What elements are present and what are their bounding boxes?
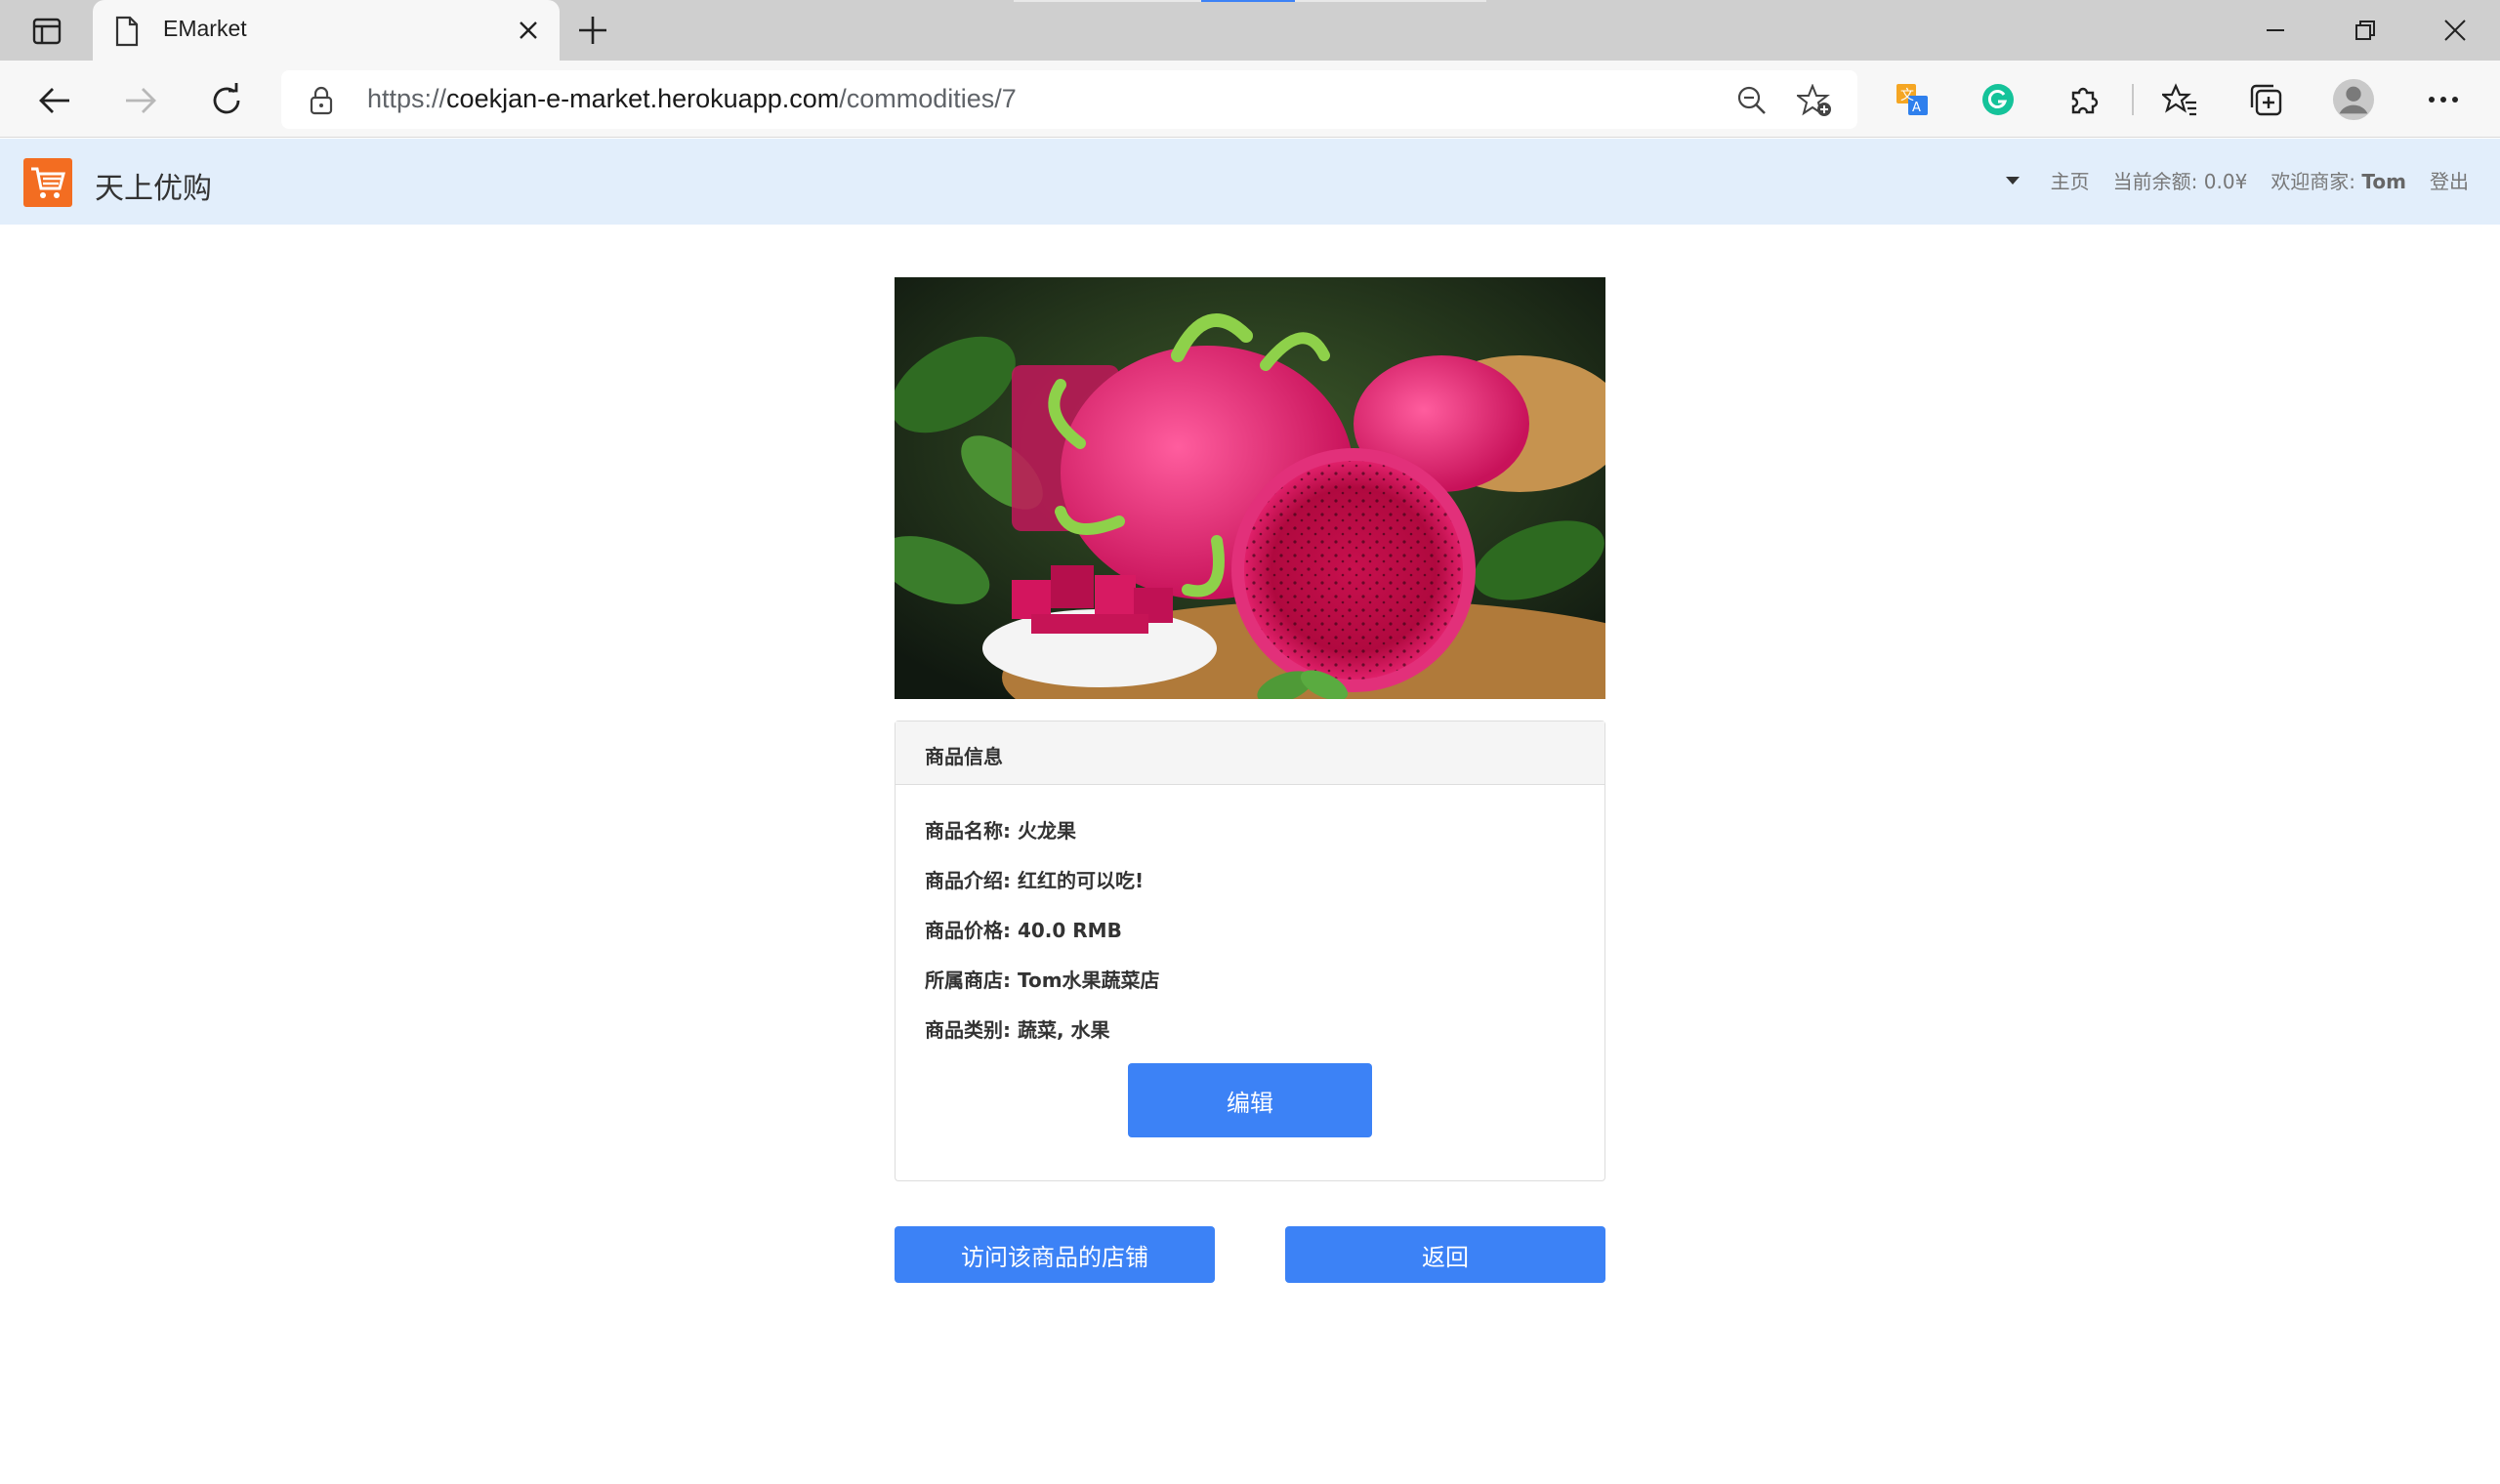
welcome: 欢迎商家: Tom bbox=[2271, 170, 2406, 193]
cart-logo-icon[interactable] bbox=[23, 158, 72, 207]
page-icon bbox=[114, 16, 140, 51]
more-options-icon[interactable] bbox=[2422, 78, 2465, 121]
tab-title: EMarket bbox=[163, 16, 247, 41]
visit-shop-button[interactable]: 访问该商品的店铺 bbox=[895, 1226, 1215, 1283]
favorites-icon[interactable] bbox=[2158, 78, 2201, 121]
back-button[interactable]: 返回 bbox=[1285, 1226, 1605, 1283]
browser-tab[interactable]: EMarket bbox=[93, 0, 560, 62]
navbar-right: 主页 当前余额: 0.0¥ 欢迎商家: Tom 登出 bbox=[2005, 166, 2469, 194]
zoom-out-icon[interactable] bbox=[1736, 85, 1768, 120]
logout-link[interactable]: 登出 bbox=[2430, 166, 2469, 194]
info-price: 商品价格: 40.0 RMB bbox=[925, 919, 1122, 942]
info-description: 商品介绍: 红红的可以吃! bbox=[925, 869, 1145, 892]
brand-name[interactable]: 天上优购 bbox=[95, 164, 212, 207]
grammarly-icon[interactable] bbox=[1977, 78, 2020, 121]
tab-actions-icon[interactable] bbox=[25, 14, 68, 49]
browser-toolbar: https://coekjan-e-market.herokuapp.com/c… bbox=[0, 61, 2500, 138]
back-arrow-icon[interactable] bbox=[33, 79, 76, 122]
forward-arrow-icon[interactable] bbox=[119, 79, 162, 122]
edit-button[interactable]: 编辑 bbox=[1128, 1063, 1372, 1137]
tab-scroll-indicator bbox=[1014, 0, 1486, 2]
collections-icon[interactable] bbox=[2244, 78, 2287, 121]
profile-avatar-icon[interactable] bbox=[2332, 78, 2375, 121]
url-text: https://coekjan-e-market.herokuapp.com/c… bbox=[367, 84, 1017, 113]
close-tab-icon[interactable] bbox=[517, 19, 540, 46]
balance: 当前余额: 0.0¥ bbox=[2112, 170, 2248, 193]
card-title: 商品信息 bbox=[896, 721, 1604, 785]
product-info-card: 商品信息 商品名称: 火龙果 商品介绍: 红红的可以吃! 商品价格: 40.0 … bbox=[895, 721, 1605, 1181]
lock-icon[interactable] bbox=[309, 85, 334, 120]
close-window-icon[interactable] bbox=[2410, 0, 2500, 61]
translate-icon[interactable]: 文A bbox=[1891, 78, 1934, 121]
svg-text:A: A bbox=[1912, 101, 1921, 115]
info-category: 商品类别: 蔬菜, 水果 bbox=[925, 1018, 1110, 1042]
minimize-icon[interactable] bbox=[2230, 0, 2320, 61]
product-image bbox=[895, 277, 1605, 699]
browser-tab-bar: EMarket bbox=[0, 0, 2500, 62]
add-favorite-icon[interactable] bbox=[1795, 83, 1832, 121]
extensions-puzzle-icon[interactable] bbox=[2062, 78, 2105, 121]
info-shop: 所属商店: Tom水果蔬菜店 bbox=[925, 969, 1160, 992]
new-tab-icon[interactable] bbox=[576, 14, 609, 51]
site-navbar: 天上优购 主页 当前余额: 0.0¥ 欢迎商家: Tom 登出 bbox=[0, 139, 2500, 225]
username: Tom bbox=[2361, 170, 2406, 193]
refresh-icon[interactable] bbox=[205, 79, 248, 122]
address-bar[interactable]: https://coekjan-e-market.herokuapp.com/c… bbox=[281, 70, 1857, 129]
restore-icon[interactable] bbox=[2320, 0, 2410, 61]
toolbar-separator bbox=[2132, 84, 2134, 115]
home-link[interactable]: 主页 bbox=[2051, 166, 2090, 194]
info-name: 商品名称: 火龙果 bbox=[925, 819, 1076, 843]
dropdown-caret-icon[interactable] bbox=[2005, 176, 2020, 185]
